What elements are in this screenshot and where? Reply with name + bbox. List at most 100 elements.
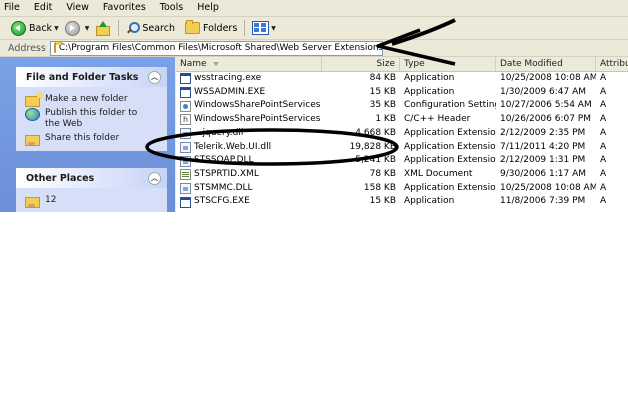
address-label: Address: [8, 42, 46, 54]
file-size: 4,668 KB: [355, 127, 396, 138]
file-row[interactable]: STSPRTID.XML 78 KB XML Document 9/30/2006 1…: [176, 168, 628, 182]
file-size: 19,828 KB: [349, 141, 396, 152]
file-name-cell: STSSOAP.DLL: [180, 154, 320, 168]
file-date: 2/12/2009 1:31 PM: [500, 155, 586, 166]
place-item-12[interactable]: 12: [25, 195, 161, 208]
file-size: 84 KB: [369, 73, 396, 83]
collapse-chevron-icon[interactable]: ︿: [148, 171, 161, 185]
xml-icon: [180, 169, 191, 181]
file-name-cell: WindowsSharePointServicesP...: [180, 113, 320, 127]
file-type: Application: [404, 73, 455, 83]
file-attributes: A: [600, 155, 607, 166]
forward-button[interactable]: ▼: [62, 18, 93, 38]
folder-icon: [53, 41, 62, 53]
file-type: C/C++ Header: [404, 114, 471, 125]
task-publish-to-web[interactable]: Publish this folder to the Web: [25, 108, 161, 130]
file-date: 2/12/2009 2:35 PM: [500, 127, 586, 138]
task-share-folder[interactable]: Share this folder: [25, 133, 161, 146]
file-attributes: A: [600, 73, 607, 83]
menu-favorites[interactable]: Favorites: [96, 0, 153, 16]
menu-help[interactable]: Help: [190, 0, 226, 16]
file-size: 5,241 KB: [355, 155, 396, 166]
search-label: Search: [142, 22, 175, 34]
back-label: Back: [29, 22, 53, 34]
file-size: 78 KB: [369, 168, 396, 179]
file-date: 10/26/2006 6:07 PM: [500, 114, 591, 125]
file-row[interactable]: WSSADMIN.EXE 15 KB Application 1/30/2009 6:…: [176, 86, 628, 100]
new-folder-icon: [25, 93, 42, 107]
toolbar-divider: [118, 20, 120, 36]
up-folder-button[interactable]: [92, 18, 114, 38]
file-folder-tasks-header[interactable]: File and Folder Tasks ︿: [16, 67, 167, 87]
other-places-panel: Other Places ︿ 12: [16, 168, 167, 212]
folder-icon: [25, 197, 40, 208]
file-row[interactable]: WindowsSharePointServicesP... 1 KB C/C++ H…: [176, 113, 628, 127]
column-header-name[interactable]: Name: [176, 57, 322, 71]
menu-edit[interactable]: Edit: [27, 0, 59, 16]
file-row[interactable]: STSCFG.EXE 15 KB Application 11/8/2006 7:39…: [176, 195, 628, 209]
file-type: Application Extension: [404, 141, 496, 152]
back-button[interactable]: Back ▼: [8, 18, 62, 38]
column-header-date[interactable]: Date Modified: [496, 57, 596, 71]
collapse-chevron-icon[interactable]: ︿: [148, 70, 161, 84]
file-type: Application: [404, 196, 455, 207]
header-file-icon: [180, 113, 191, 127]
column-header-attributes[interactable]: Attribut: [596, 57, 628, 71]
chevron-down-icon[interactable]: ▼: [54, 25, 59, 32]
views-button[interactable]: ▼: [249, 18, 279, 38]
menu-view[interactable]: View: [59, 0, 96, 16]
file-name-cell: WindowsSharePointServicesP...: [180, 99, 320, 113]
file-row[interactable]: wsstracing.exe 84 KB Application 10/25/2008…: [176, 72, 628, 86]
menu-tools[interactable]: Tools: [153, 0, 190, 16]
search-button[interactable]: Search: [123, 18, 178, 38]
menu-file[interactable]: File: [0, 0, 27, 16]
file-date: 10/25/2008 10:08 AM: [500, 73, 596, 83]
config-icon: [180, 100, 191, 112]
address-bar: Address C:\Program Files\Common Files\Mi…: [0, 40, 628, 57]
chevron-down-icon[interactable]: ▼: [271, 25, 276, 32]
file-name-cell: STSPRTID.XML: [180, 168, 320, 182]
panel-title: Other Places: [26, 172, 95, 184]
folders-label: Folders: [202, 22, 238, 34]
sort-arrow-icon: [212, 61, 219, 66]
other-places-header[interactable]: Other Places ︿: [16, 168, 167, 188]
file-name: WindowsSharePointServicesP...: [194, 100, 320, 111]
dll-icon: [180, 141, 191, 153]
exe-icon: [180, 196, 191, 208]
file-name: ...jquery.dll: [194, 127, 244, 138]
globe-icon: [25, 108, 40, 121]
file-name: STSSOAP.DLL: [194, 155, 254, 166]
dll-icon: [180, 128, 191, 140]
address-input[interactable]: C:\Program Files\Common Files\Microsoft …: [49, 40, 383, 56]
toolbar: Back ▼ ▼ Search Folders ▼: [0, 17, 628, 40]
task-make-new-folder[interactable]: Make a new folder: [25, 93, 161, 107]
column-header-type[interactable]: Type: [400, 57, 496, 71]
file-name: STSMMC.DLL: [194, 182, 253, 193]
list-header: Name Size Type Date Modified Attribut: [176, 57, 628, 72]
column-header-size[interactable]: Size: [322, 57, 400, 71]
file-date: 7/11/2011 4:20 PM: [500, 141, 586, 152]
file-size: 15 KB: [369, 196, 396, 207]
chevron-down-icon[interactable]: ▼: [85, 25, 90, 32]
file-attributes: A: [600, 141, 607, 152]
file-name-cell: STSMMC.DLL: [180, 182, 320, 196]
file-row[interactable]: STSSOAP.DLL 5,241 KB Application Extension…: [176, 154, 628, 168]
file-type: XML Document: [404, 168, 473, 179]
file-date: 11/8/2006 7:39 PM: [500, 196, 586, 207]
exe-icon: [180, 87, 191, 99]
file-row[interactable]: WindowsSharePointServicesP... 35 KB Config…: [176, 99, 628, 113]
file-date: 1/30/2009 6:47 AM: [500, 86, 587, 97]
file-row[interactable]: Telerik.Web.UI.dll 19,828 KB Application E…: [176, 141, 628, 155]
toolbar-divider: [244, 20, 246, 36]
file-type: Application Extension: [404, 155, 496, 166]
file-name: wsstracing.exe: [194, 73, 262, 83]
file-row[interactable]: STSMMC.DLL 158 KB Application Extension 10/…: [176, 182, 628, 196]
address-path: C:\Program Files\Common Files\Microsoft …: [58, 43, 383, 53]
folders-button[interactable]: Folders: [182, 18, 240, 38]
file-row[interactable]: ...jquery.dll 4,668 KB Application Extensi…: [176, 127, 628, 141]
file-list: Name Size Type Date Modified Attribut ws…: [176, 57, 628, 212]
file-attributes: A: [600, 168, 607, 179]
file-name: WindowsSharePointServicesP...: [194, 114, 320, 125]
task-label: Share this folder: [45, 133, 120, 143]
share-folder-icon: [25, 135, 40, 146]
